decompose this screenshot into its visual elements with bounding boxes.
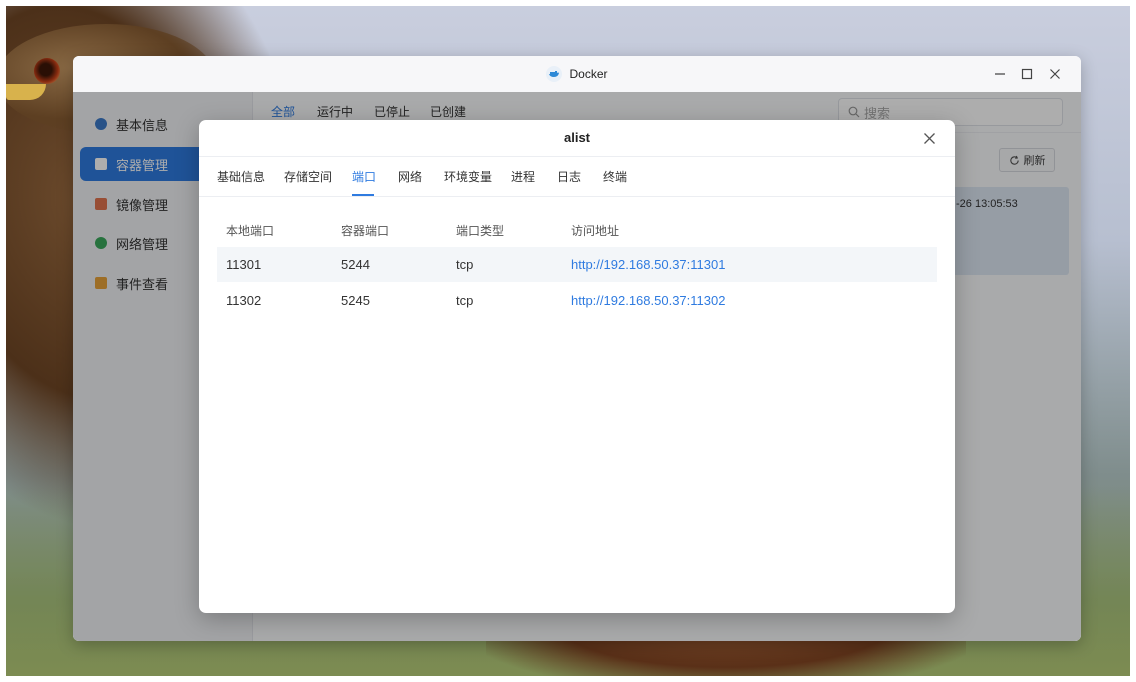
tab-logs[interactable]: 日志 — [557, 168, 581, 185]
wallpaper-eagle-eye — [34, 58, 60, 84]
local-port: 11301 — [226, 257, 262, 272]
active-tab-indicator — [352, 194, 374, 196]
column-header-local-port: 本地端口 — [226, 224, 275, 238]
minimize-icon[interactable] — [985, 56, 1015, 92]
container-port: 5245 — [341, 293, 370, 308]
tab-storage[interactable]: 存储空间 — [284, 168, 332, 185]
tab-ports[interactable]: 端口 — [352, 168, 376, 185]
close-icon[interactable] — [917, 126, 941, 150]
table-row: 11302 5245 tcp http://192.168.50.37:1130… — [217, 283, 937, 318]
maximize-icon[interactable] — [1012, 56, 1042, 92]
window-titlebar: Docker — [73, 56, 1081, 93]
port-type: tcp — [456, 257, 474, 272]
port-type: tcp — [456, 293, 474, 308]
local-port: 11302 — [226, 293, 262, 308]
tab-network[interactable]: 网络 — [398, 168, 422, 185]
access-url-link[interactable]: http://192.168.50.37:11301 — [571, 257, 725, 272]
column-header-access-url: 访问地址 — [571, 224, 620, 238]
tab-processes[interactable]: 进程 — [511, 168, 535, 185]
tab-env-vars[interactable]: 环境变量 — [444, 168, 492, 185]
docker-app-icon — [546, 66, 563, 82]
table-row: 11301 5244 tcp http://192.168.50.37:1130… — [217, 247, 937, 282]
dialog-tabs: 基础信息 存储空间 端口 网络 环境变量 进程 日志 终端 — [199, 156, 955, 197]
dialog-title: alist — [563, 130, 590, 145]
column-header-container-port: 容器端口 — [341, 224, 390, 238]
container-detail-dialog: alist 基础信息 存储空间 端口 网络 环境变量 进程 日志 终端 本地端口… — [199, 120, 955, 613]
column-header-port-type: 端口类型 — [456, 224, 505, 238]
tab-basic-info[interactable]: 基础信息 — [217, 168, 265, 185]
close-icon[interactable] — [1040, 56, 1070, 92]
container-port: 5244 — [341, 257, 370, 272]
tab-terminal[interactable]: 终端 — [603, 168, 627, 185]
window-title: Docker — [569, 67, 608, 81]
access-url-link[interactable]: http://192.168.50.37:11302 — [571, 293, 725, 308]
dialog-header: alist — [199, 120, 955, 157]
